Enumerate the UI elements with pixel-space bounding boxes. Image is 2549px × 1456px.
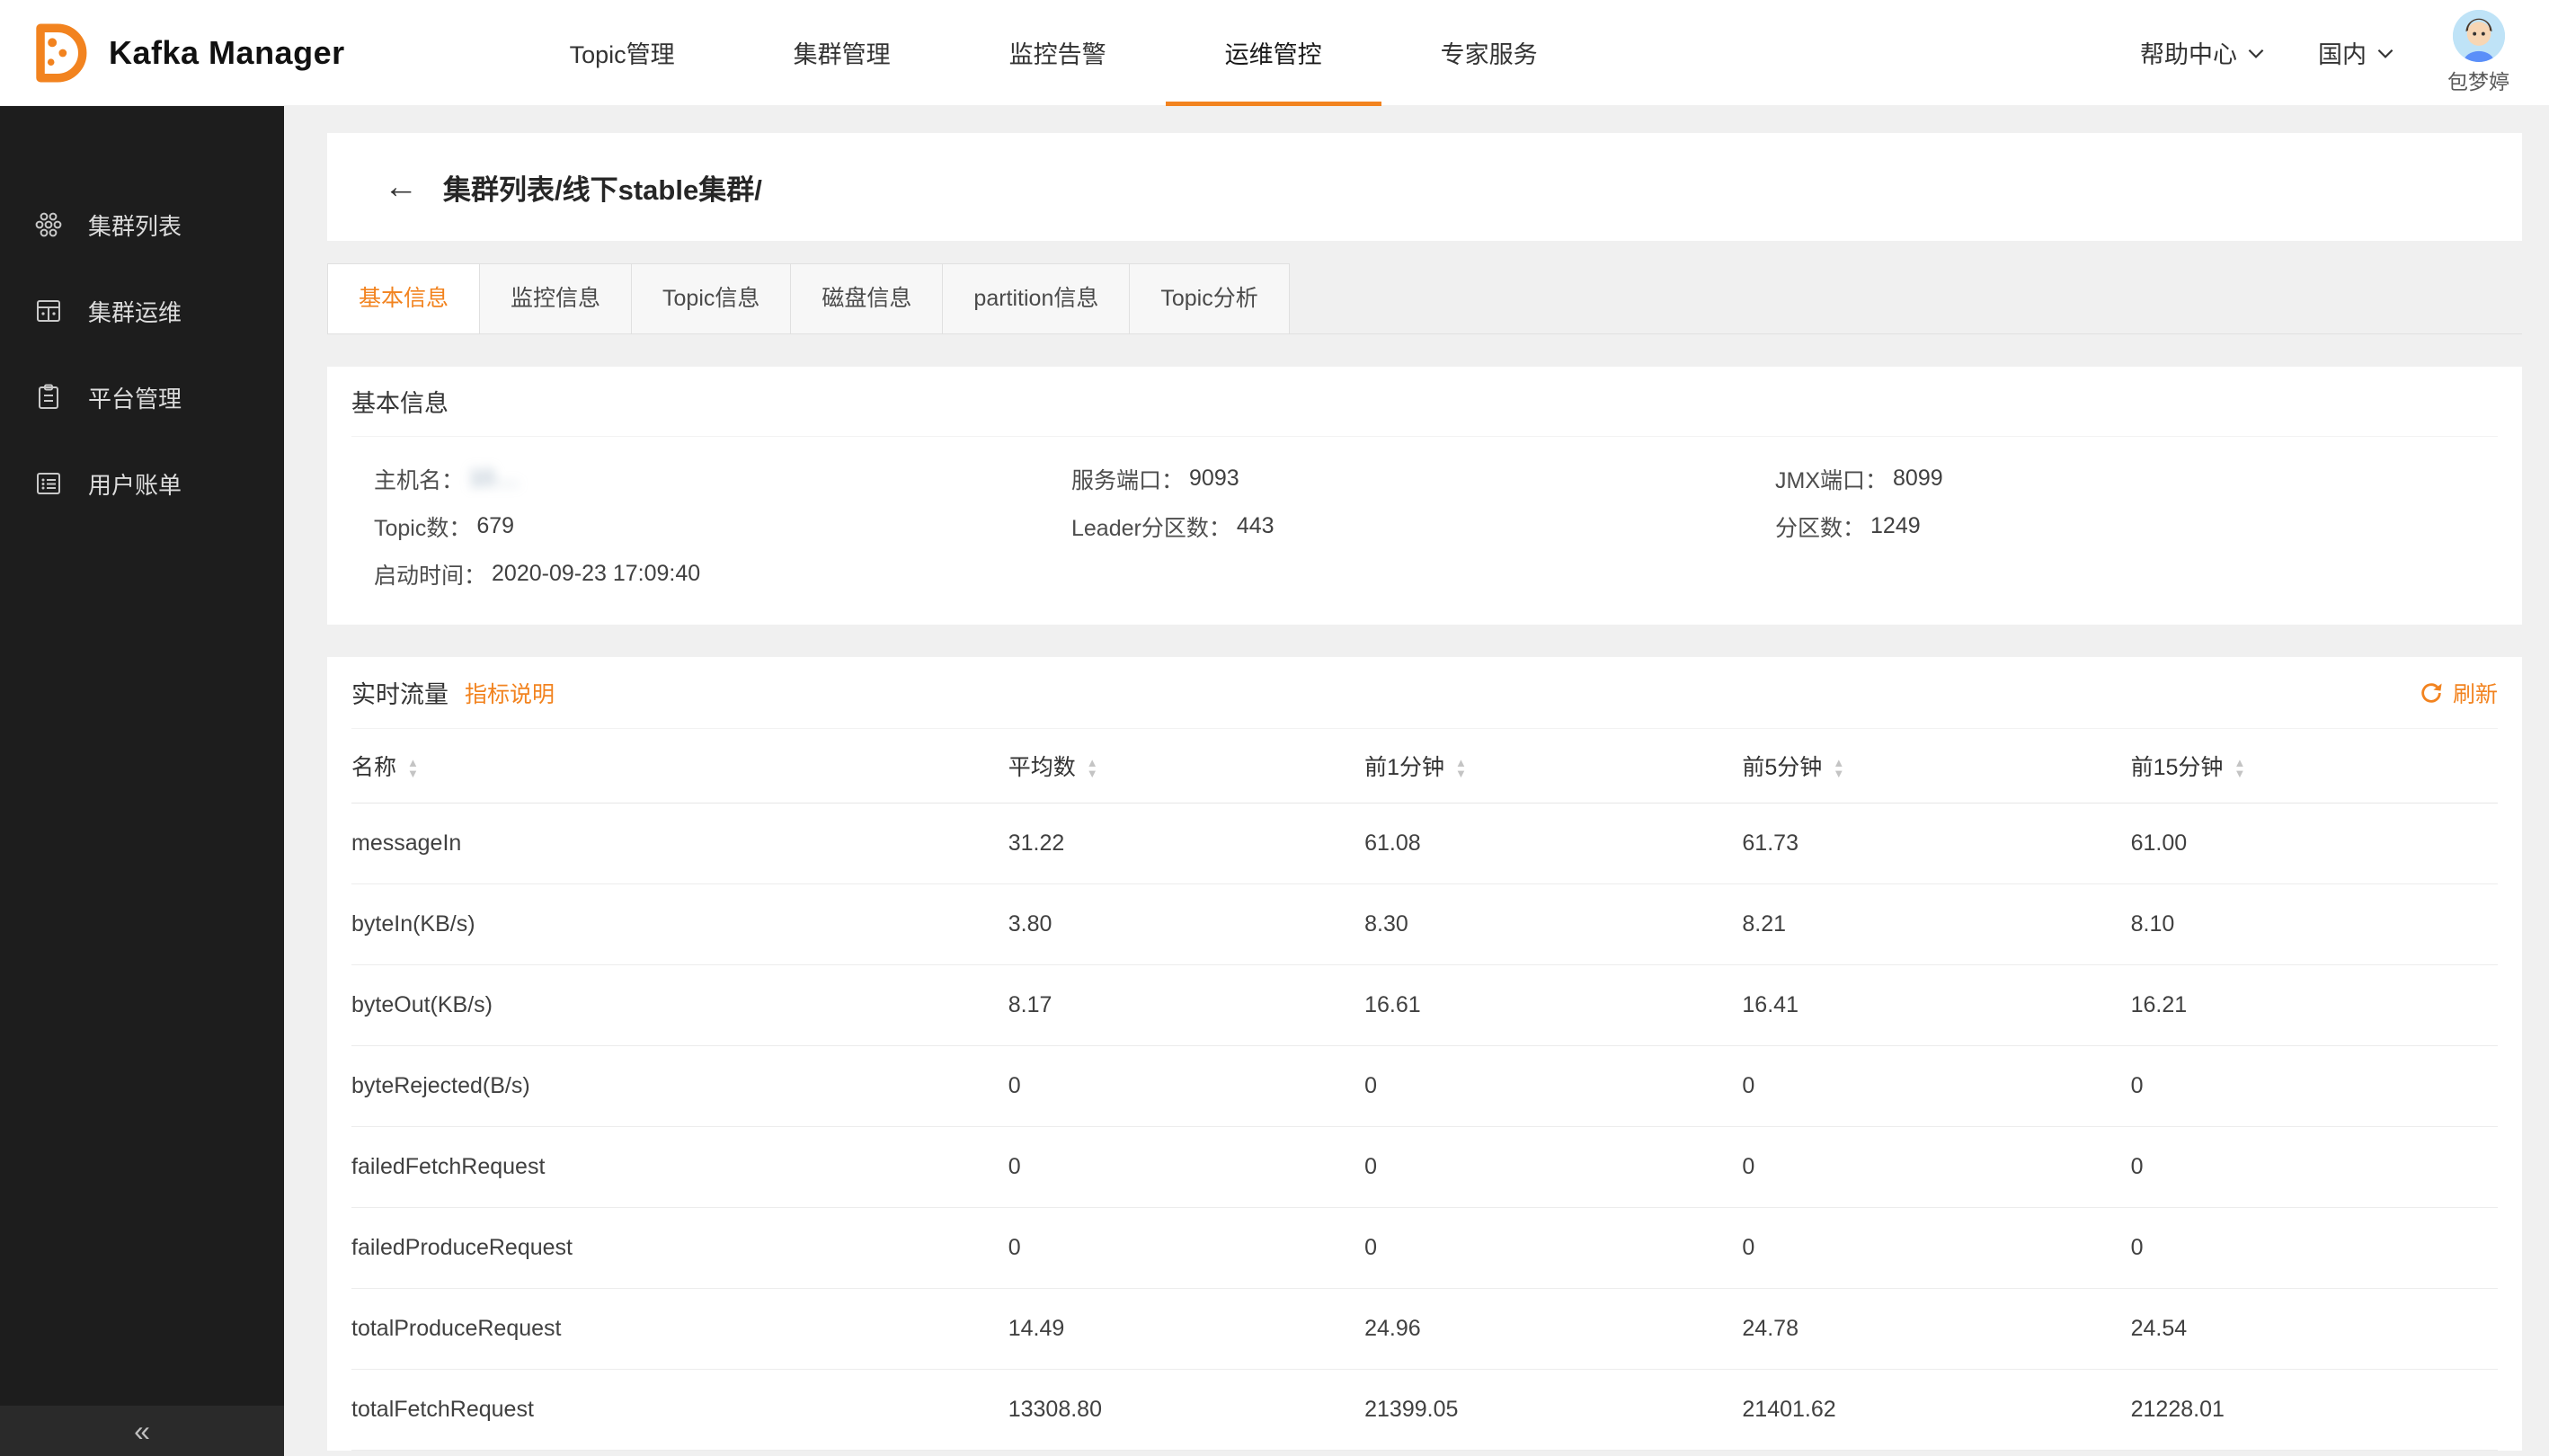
cluster-ops-icon [34, 297, 63, 325]
sidebar-collapse-button[interactable]: « [0, 1406, 284, 1456]
page-header: ← 集群列表/线下stable集群/ [327, 133, 2522, 241]
tab-basic-info[interactable]: 基本信息 [327, 263, 480, 333]
navbar-right: 帮助中心 国内 包梦婷 [2140, 10, 2509, 95]
top-navbar: Kafka Manager Topic管理 集群管理 监控告警 运维管控 专家服… [0, 0, 2549, 106]
basic-info-card: 基本信息 主机名： 10.... 服务端口： 9093 JMX端口： 8099 [327, 367, 2522, 625]
breadcrumb-title: 集群列表/线下stable集群/ [443, 167, 762, 208]
table-row: totalProduceRequest 14.49 24.96 24.78 24… [351, 1288, 2498, 1369]
table-row: byteIn(KB/s) 3.80 8.30 8.21 8.10 [351, 883, 2498, 964]
table-header-row: 名称▲▼ 平均数▲▼ 前1分钟▲▼ 前5分钟▲▼ [351, 729, 2498, 803]
sort-desc-icon[interactable]: ▼ [1455, 768, 1467, 779]
refresh-button[interactable]: 刷新 [2419, 677, 2498, 709]
table-row: totalFetchRequest 13308.80 21399.05 2140… [351, 1369, 2498, 1450]
sidebar-item-cluster-list[interactable]: 集群列表 [0, 182, 284, 268]
help-center-menu[interactable]: 帮助中心 [2140, 35, 2268, 70]
sidebar-item-label: 集群列表 [88, 209, 182, 242]
nav-ops-control[interactable]: 运维管控 [1225, 0, 1322, 106]
field-leader-partition-count: Leader分区数： 443 [1071, 502, 1775, 550]
nav-cluster-management[interactable]: 集群管理 [794, 0, 891, 106]
hostname-value: 10.... [469, 466, 520, 492]
sort-control[interactable]: ▲▼ [2234, 758, 2245, 779]
field-hostname: 主机名： 10.... [374, 455, 1071, 502]
tab-bar: 基本信息 监控信息 Topic信息 磁盘信息 partition信息 Topic… [327, 263, 2522, 334]
user-menu[interactable]: 包梦婷 [2447, 10, 2509, 95]
tab-monitor-info[interactable]: 监控信息 [479, 263, 632, 333]
sort-desc-icon[interactable]: ▼ [1833, 768, 1844, 779]
field-service-port: 服务端口： 9093 [1071, 455, 1775, 502]
back-arrow-icon[interactable]: ← [384, 170, 418, 204]
main-nav: Topic管理 集群管理 监控告警 运维管控 专家服务 [570, 0, 1656, 106]
basic-info-card-title: 基本信息 [351, 367, 2498, 437]
metric-description-link[interactable]: 指标说明 [465, 677, 555, 709]
column-header-name[interactable]: 名称▲▼ [351, 729, 1008, 803]
field-topic-count: Topic数： 679 [374, 502, 1071, 550]
avatar[interactable] [2453, 10, 2505, 62]
table-row: failedProduceRequest 0 0 0 0 [351, 1207, 2498, 1288]
app-root: Kafka Manager Topic管理 集群管理 监控告警 运维管控 专家服… [0, 0, 2549, 1456]
sidebar-item-label: 用户账单 [88, 467, 182, 501]
platform-management-icon [34, 383, 63, 412]
sort-control[interactable]: ▲▼ [1833, 758, 1844, 779]
chevron-down-icon [2374, 41, 2397, 65]
field-start-time: 启动时间： 2020-09-23 17:09:40 [374, 550, 1071, 598]
refresh-label: 刷新 [2453, 677, 2498, 709]
column-header-average[interactable]: 平均数▲▼ [1008, 729, 1364, 803]
sort-desc-icon[interactable]: ▼ [407, 768, 419, 779]
main-content: ← 集群列表/线下stable集群/ 基本信息 监控信息 Topic信息 磁盘信… [284, 106, 2549, 1456]
avatar-image [2453, 10, 2505, 62]
sidebar-item-platform-management[interactable]: 平台管理 [0, 354, 284, 440]
field-jmx-port: JMX端口： 8099 [1775, 455, 2498, 502]
column-header-last-15min[interactable]: 前15分钟▲▼ [2131, 729, 2498, 803]
help-center-label: 帮助中心 [2140, 35, 2237, 70]
chevron-down-icon [2244, 41, 2268, 65]
realtime-flow-header: 实时流量 指标说明 刷新 [351, 657, 2498, 729]
nav-monitor-alert[interactable]: 监控告警 [1009, 0, 1106, 106]
tab-disk-info[interactable]: 磁盘信息 [790, 263, 943, 333]
collapse-icon: « [134, 1415, 150, 1448]
region-label: 国内 [2318, 35, 2367, 70]
realtime-flow-table: 名称▲▼ 平均数▲▼ 前1分钟▲▼ 前5分钟▲▼ [351, 729, 2498, 1451]
refresh-icon [2419, 680, 2444, 706]
user-billing-icon [34, 469, 63, 498]
username-label: 包梦婷 [2447, 65, 2509, 95]
app-title: Kafka Manager [109, 34, 345, 72]
sort-control[interactable]: ▲▼ [1455, 758, 1467, 779]
table-row: byteOut(KB/s) 8.17 16.61 16.41 16.21 [351, 964, 2498, 1045]
table-row: failedFetchRequest 0 0 0 0 [351, 1126, 2498, 1207]
sort-desc-icon[interactable]: ▼ [2234, 768, 2245, 779]
sidebar-item-label: 平台管理 [88, 381, 182, 414]
tab-partition-info[interactable]: partition信息 [942, 263, 1130, 333]
sidebar-item-cluster-ops[interactable]: 集群运维 [0, 268, 284, 354]
tab-topic-info[interactable]: Topic信息 [631, 263, 791, 333]
column-header-last-1min[interactable]: 前1分钟▲▼ [1364, 729, 1742, 803]
basic-info-fields: 主机名： 10.... 服务端口： 9093 JMX端口： 8099 Topic… [351, 437, 2498, 625]
sidebar: 集群列表 集群运维 平台管理 [0, 106, 284, 1456]
app-logo-icon[interactable] [26, 22, 89, 84]
realtime-flow-title: 实时流量 [351, 675, 449, 710]
sort-desc-icon[interactable]: ▼ [1087, 768, 1098, 779]
sort-control[interactable]: ▲▼ [1087, 758, 1098, 779]
nav-expert-service[interactable]: 专家服务 [1441, 0, 1538, 106]
realtime-flow-card: 实时流量 指标说明 刷新 [327, 657, 2522, 1451]
nav-topic-management[interactable]: Topic管理 [570, 0, 675, 106]
tab-topic-analysis[interactable]: Topic分析 [1129, 263, 1289, 333]
cluster-list-icon [34, 210, 63, 239]
table-row: messageIn 31.22 61.08 61.73 61.00 [351, 803, 2498, 883]
column-header-last-5min[interactable]: 前5分钟▲▼ [1742, 729, 2130, 803]
region-selector[interactable]: 国内 [2318, 35, 2397, 70]
table-row: byteRejected(B/s) 0 0 0 0 [351, 1045, 2498, 1126]
field-partition-count: 分区数： 1249 [1775, 502, 2498, 550]
sort-control[interactable]: ▲▼ [407, 758, 419, 779]
sidebar-item-user-billing[interactable]: 用户账单 [0, 440, 284, 527]
sidebar-item-label: 集群运维 [88, 295, 182, 328]
